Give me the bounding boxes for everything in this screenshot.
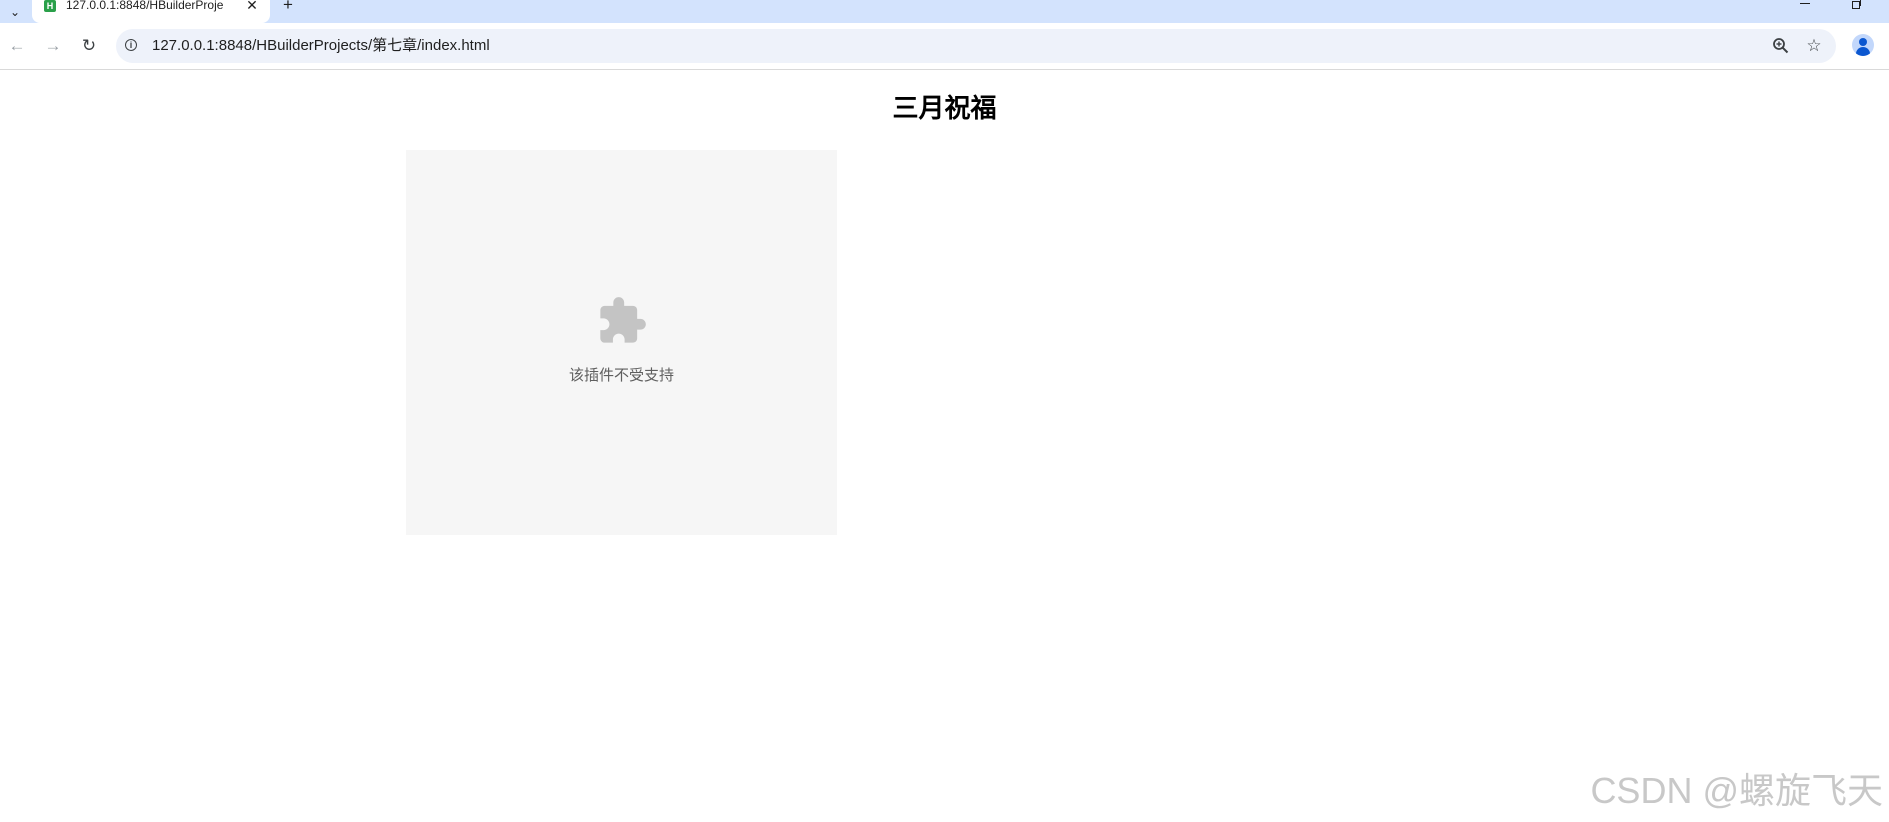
puzzle-piece-icon [596, 295, 648, 347]
arrow-left-icon: ← [8, 36, 26, 55]
forward-button[interactable]: → [40, 33, 66, 59]
hbuilder-favicon-icon: H [44, 0, 56, 12]
back-button[interactable]: ← [4, 33, 30, 59]
tab-title: 127.0.0.1:8848/HBuilderProje [66, 0, 224, 12]
browser-toolbar: ← → ↻ i 127.0.0.1:8848/HBuilderProjects/… [0, 23, 1889, 70]
profile-avatar-icon[interactable] [1852, 34, 1874, 56]
restore-window-icon[interactable] [1848, 0, 1864, 10]
plugin-unsupported-message: 该插件不受支持 [568, 367, 674, 384]
reload-icon: ↻ [81, 36, 97, 55]
tab-active[interactable]: H 127.0.0.1:8848/HBuilderProje ✕ [32, 0, 270, 23]
page-title: 三月祝福 [892, 93, 997, 123]
tab-strip: ⌄ H 127.0.0.1:8848/HBuilderProje ✕ + [0, 0, 1889, 23]
page-viewport: 三月祝福 该插件不受支持 CSDN @螺旋飞天 [0, 70, 1889, 822]
plus-icon: + [283, 0, 293, 14]
address-bar[interactable]: i 127.0.0.1:8848/HBuilderProjects/第七章/in… [116, 29, 1836, 63]
tab-close-icon[interactable]: ✕ [244, 0, 260, 13]
url-text[interactable]: 127.0.0.1:8848/HBuilderProjects/第七章/inde… [152, 29, 490, 63]
tab-search-button[interactable]: ⌄ [0, 0, 30, 23]
browser-window: ⌄ H 127.0.0.1:8848/HBuilderProje ✕ + ← →… [0, 0, 1889, 822]
arrow-right-icon: → [44, 36, 62, 55]
site-info-icon[interactable]: i [125, 39, 137, 51]
watermark-text: CSDN @螺旋飞天 [1590, 770, 1883, 811]
reload-button[interactable]: ↻ [76, 33, 102, 59]
chevron-down-icon: ⌄ [9, 4, 21, 19]
zoom-icon[interactable] [1772, 37, 1790, 55]
bookmark-star-icon[interactable]: ☆ [1805, 37, 1823, 55]
unsupported-plugin-placeholder: 该插件不受支持 [406, 150, 837, 535]
minimize-window-icon[interactable] [1797, 0, 1813, 8]
new-tab-button[interactable]: + [278, 0, 298, 14]
